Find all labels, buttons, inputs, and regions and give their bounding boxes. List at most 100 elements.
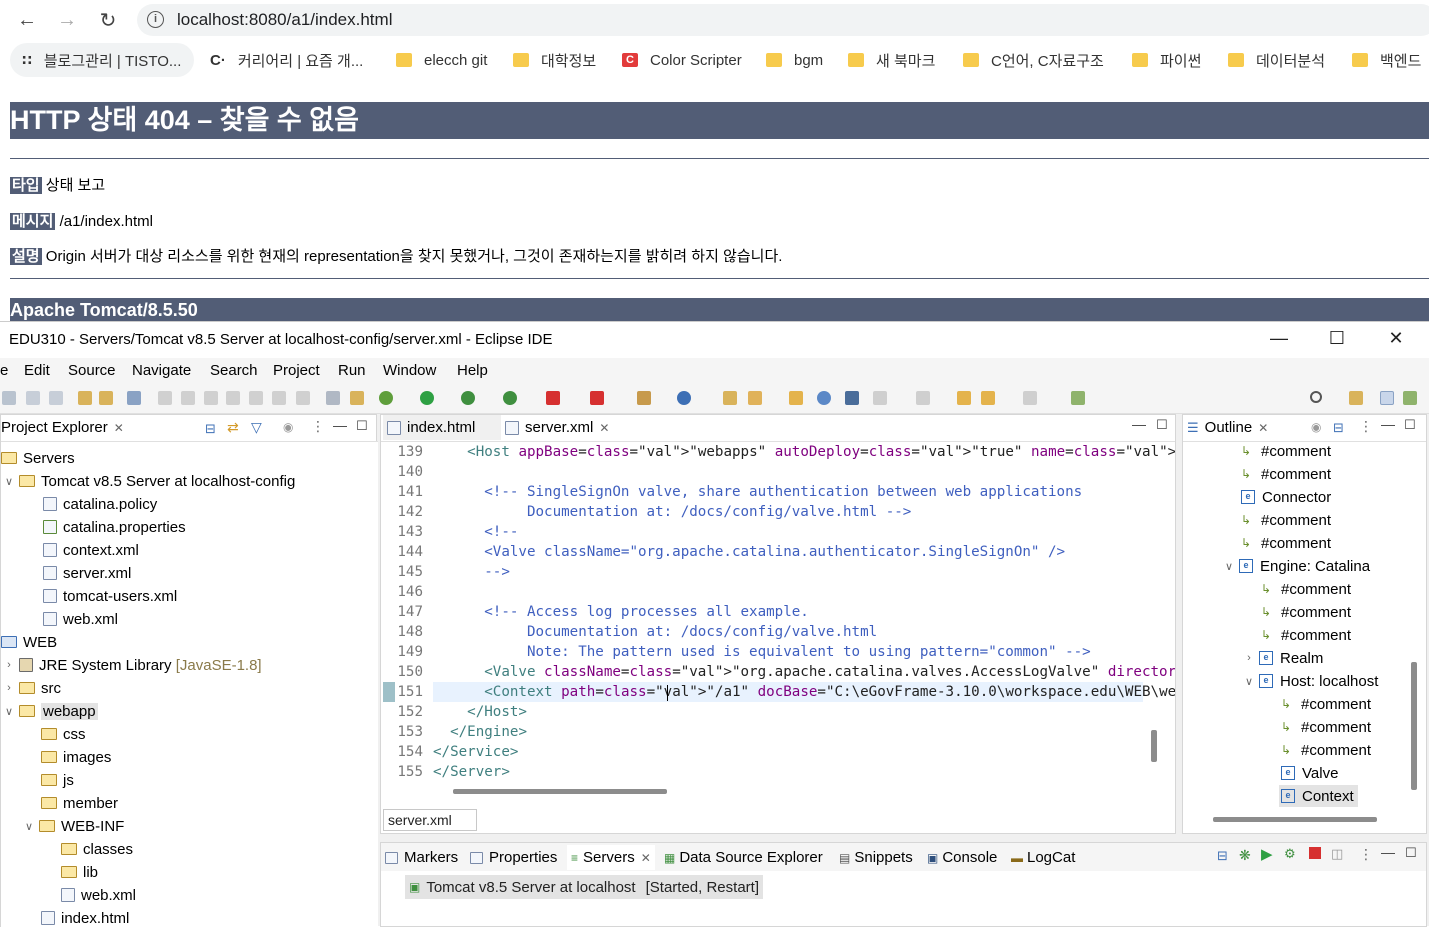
tree-item-selected[interactable]: ∨ webapp [3, 700, 98, 722]
code-line[interactable]: 141 <!-- SingleSignOn valve, share authe… [381, 482, 1141, 502]
tab-server-xml[interactable]: server.xml ✕ [505, 415, 617, 440]
tree-item[interactable]: ∨ Tomcat v8.5 Server at localhost-config [3, 470, 295, 492]
tree-item[interactable]: ∨ WEB-INF [23, 815, 124, 837]
outline-item[interactable]: ↳ #comment [1281, 693, 1371, 715]
coverage-icon[interactable] [461, 391, 475, 405]
close-icon[interactable]: ✕ [114, 421, 124, 435]
tree-item[interactable]: lib [61, 861, 98, 883]
tree-item[interactable]: css [41, 723, 86, 745]
debug-icon[interactable] [379, 391, 393, 405]
menu-search[interactable]: Search [210, 362, 258, 379]
outline-item[interactable]: e Valve [1281, 762, 1338, 784]
toggle-icon[interactable] [326, 391, 340, 405]
code-line[interactable]: 152 </Host> [381, 702, 1141, 722]
bookmark-color-scripter[interactable]: C Color Scripter [622, 43, 742, 77]
maximize-icon[interactable]: ☐ [1405, 845, 1417, 861]
menu-source[interactable]: Source [68, 362, 116, 379]
code-line[interactable]: 142 Documentation at: /docs/config/valve… [381, 502, 1141, 522]
chevron-down-icon[interactable]: ∨ [3, 475, 15, 488]
step-into-icon[interactable] [249, 391, 263, 405]
new-java-icon[interactable] [677, 391, 691, 405]
view-menu-icon[interactable]: ⋮ [311, 418, 325, 435]
bookmark-bgm[interactable]: bgm [766, 43, 823, 77]
tab-markers[interactable]: Markers [385, 845, 458, 870]
folder-open-icon[interactable] [789, 391, 803, 405]
publish-icon[interactable]: ◫ [1331, 846, 1343, 862]
tree-item[interactable]: › JRE System Library [JavaSE-1.8] [3, 654, 261, 676]
tab-logcat[interactable]: ▬ LogCat [1011, 845, 1075, 870]
pin-icon[interactable] [1071, 391, 1085, 405]
new-server-icon[interactable] [637, 391, 651, 405]
last-edit-icon[interactable] [957, 391, 971, 405]
tab-snippets[interactable]: ▤ Snippets [839, 845, 913, 870]
debug-server-icon[interactable]: ❋ [1239, 847, 1251, 864]
save-all-icon[interactable] [49, 391, 63, 405]
maximize-icon[interactable]: ☐ [1404, 417, 1416, 433]
view-menu-icon[interactable]: ⋮ [1359, 418, 1373, 435]
tree-item[interactable]: WEB [1, 631, 57, 653]
chevron-right-icon[interactable]: › [3, 659, 15, 671]
outline-item[interactable]: ↳ #comment [1261, 624, 1351, 646]
close-icon[interactable]: ✕ [1258, 421, 1268, 435]
minimize-icon[interactable]: — [333, 417, 347, 433]
close-icon[interactable]: ✕ [599, 421, 609, 435]
maximize-icon[interactable]: ☐ [1156, 417, 1168, 433]
code-line[interactable]: 144 <Valve className="org.apache.catalin… [381, 542, 1141, 562]
open-type-icon[interactable] [78, 391, 92, 405]
menu-window[interactable]: Window [383, 362, 436, 379]
tree-item[interactable]: tomcat-users.xml [43, 585, 177, 607]
link-editor-icon[interactable]: ⇄ [227, 419, 239, 436]
profile-server-icon[interactable]: ⚙ [1284, 846, 1296, 862]
bookmark-python[interactable]: 파이썬 [1132, 43, 1201, 77]
chevron-down-icon[interactable]: ∨ [1223, 560, 1235, 573]
outline-item[interactable]: › e Realm [1243, 647, 1323, 669]
bookmark-univ[interactable]: 대학정보 [513, 43, 596, 77]
scroll-thumb[interactable] [1213, 817, 1377, 822]
info-icon[interactable]: i [147, 11, 164, 28]
view-menu-icon[interactable]: ⋮ [1359, 846, 1373, 863]
code-line[interactable]: 145 --> [381, 562, 1141, 582]
open-task-icon[interactable] [723, 391, 737, 405]
maximize-icon[interactable]: ☐ [1322, 328, 1352, 352]
tab-console[interactable]: ▣ Console [927, 845, 997, 870]
code-line[interactable]: 149 Note: The pattern used is equivalent… [381, 642, 1141, 662]
forward-nav-icon[interactable] [1023, 391, 1037, 405]
collapse-all-icon[interactable]: ⊟ [205, 421, 216, 437]
external-tools-icon[interactable] [503, 391, 517, 405]
bookmark-careerly[interactable]: C· 커리어리 | 요즘 개... [210, 43, 363, 77]
code-editor[interactable]: 139 <Host appBase=class="val">"webapps" … [381, 441, 1175, 797]
tree-item[interactable]: catalina.properties [43, 516, 186, 538]
bookmark-c-lang[interactable]: C언어, C자료구조 [963, 43, 1104, 77]
disconnect-icon[interactable] [226, 391, 240, 405]
tab-servers[interactable]: ≡ Servers ✕ [567, 845, 655, 870]
outline-item[interactable]: ↳ #comment [1261, 601, 1351, 623]
tree-item[interactable]: web.xml [61, 884, 136, 906]
outline-item[interactable]: ↳ #comment [1281, 716, 1371, 738]
resume-icon[interactable] [158, 391, 172, 405]
skip-breakpoints-icon[interactable] [127, 391, 141, 405]
terminate-icon[interactable] [204, 391, 218, 405]
code-line[interactable]: 150 <Valve className=class="val">"org.ap… [381, 662, 1175, 682]
code-line[interactable]: 146 [381, 582, 1141, 602]
scroll-thumb[interactable] [1411, 662, 1417, 790]
tree-item[interactable]: member [41, 792, 118, 814]
server-row[interactable]: ▣ Tomcat v8.5 Server at localhost [Start… [405, 875, 763, 899]
tree-item[interactable]: images [41, 746, 111, 768]
menu-navigate[interactable]: Navigate [132, 362, 191, 379]
stop-icon[interactable] [546, 391, 560, 405]
code-line[interactable]: 151 <Context path=class="val">"/a1" docB… [381, 682, 1175, 702]
outline-item[interactable]: ↳ #comment [1241, 442, 1331, 462]
run-icon[interactable] [420, 391, 434, 405]
menu-edit[interactable]: Edit [24, 362, 50, 379]
tree-item[interactable]: context.xml [43, 539, 139, 561]
tab-properties[interactable]: Properties [470, 845, 557, 870]
chevron-down-icon[interactable]: ∨ [3, 705, 15, 718]
tab-design-source[interactable]: server.xml [383, 809, 477, 831]
code-line[interactable]: 148 Documentation at: /docs/config/valve… [381, 622, 1141, 642]
code-line[interactable]: 139 <Host appBase=class="val">"webapps" … [381, 442, 1175, 462]
tab-index-html[interactable]: index.html [383, 415, 501, 440]
save-icon[interactable] [26, 391, 40, 405]
code-line[interactable]: 140 [381, 462, 1141, 482]
maximize-icon[interactable]: ☐ [356, 418, 368, 434]
code-line[interactable]: 147 <!-- Access log processes all exampl… [381, 602, 1141, 622]
